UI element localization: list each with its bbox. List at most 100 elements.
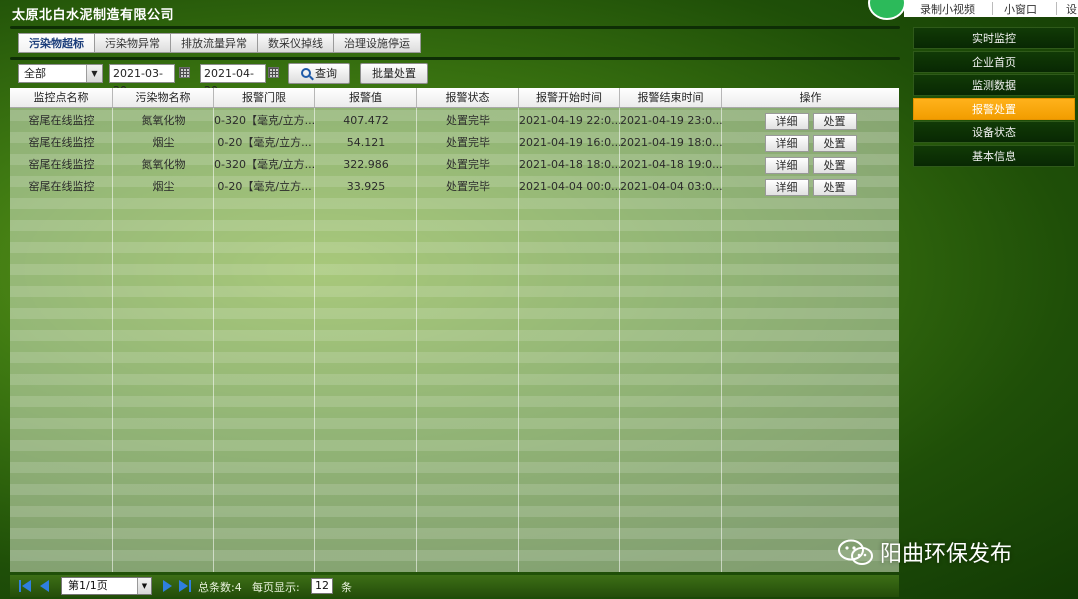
calendar-icon[interactable] (268, 67, 279, 78)
pagination-bar: 第1/1页 ▼ 总条数:4 每页显示: 12 条 (10, 575, 899, 597)
window-controls-bar: 录制小视频 小窗口 设 (868, 0, 1078, 20)
cell-threshold: 0-320【毫克/立方... (214, 158, 315, 171)
tab-facility-stopped[interactable]: 治理设施停运 (334, 33, 421, 53)
tab-pollutant-exceed[interactable]: 污染物超标 (18, 33, 95, 53)
topbar-separator (992, 2, 993, 15)
cell-actions: 详细 处置 (722, 154, 899, 176)
nav-alarm-handling[interactable]: 报警处置 (913, 97, 1075, 120)
nav-basic-info[interactable]: 基本信息 (913, 144, 1075, 167)
table-header: 监控点名称 污染物名称 报警门限 报警值 报警状态 报警开始时间 报警结束时间 … (10, 88, 899, 108)
cell-end-time: 2021-04-19 18:0... (620, 136, 722, 149)
record-video-button[interactable]: 录制小视频 (920, 1, 975, 17)
column-header-threshold[interactable]: 报警门限 (214, 88, 315, 107)
cell-value: 33.925 (346, 180, 386, 193)
chevron-down-icon[interactable]: ▼ (86, 65, 102, 82)
cell-threshold: 0-20【毫克/立方... (217, 180, 312, 193)
side-nav: 实时监控 企业首页 监测数据 报警处置 设备状态 基本信息 (913, 27, 1075, 169)
cell-point: 窑尾在线监控 (28, 136, 95, 149)
cell-point: 窑尾在线监控 (28, 180, 95, 193)
app-title: 太原北白水泥制造有限公司 (12, 8, 175, 23)
right-panel: 录制小视频 小窗口 设 实时监控 企业首页 监测数据 报警处置 设备状态 基本信… (868, 0, 1078, 599)
nav-device-status[interactable]: 设备状态 (913, 121, 1075, 144)
cell-pollutant: 氮氧化物 (141, 158, 186, 171)
cell-end-time: 2021-04-18 19:0... (620, 158, 722, 171)
search-icon (301, 68, 311, 78)
table-row[interactable]: 窑尾在线监控 氮氧化物 0-320【毫克/立方... 407.472 处置完毕 … (10, 110, 899, 132)
cell-start-time: 2021-04-19 16:0... (519, 136, 620, 149)
handle-button[interactable]: 处置 (812, 135, 857, 152)
cell-threshold: 0-320【毫克/立方... (214, 114, 315, 127)
cell-status: 处置完毕 (446, 114, 490, 127)
handle-button[interactable]: 处置 (812, 113, 857, 130)
detail-button[interactable]: 详细 (764, 135, 809, 152)
cell-threshold: 0-20【毫克/立方... (217, 136, 312, 149)
per-page-label: 每页显示: (252, 581, 300, 594)
table-body: 窑尾在线监控 氮氧化物 0-320【毫克/立方... 407.472 处置完毕 … (10, 110, 899, 198)
tab-collector-offline[interactable]: 数采仪掉线 (258, 33, 334, 53)
nav-monitoring-data[interactable]: 监测数据 (913, 74, 1075, 97)
column-header-status[interactable]: 报警状态 (417, 88, 519, 107)
column-header-actions: 操作 (799, 91, 822, 104)
filter-select[interactable]: 全部 ▼ (18, 64, 103, 83)
cell-point: 窑尾在线监控 (28, 114, 95, 127)
app-badge-icon (868, 0, 906, 20)
cell-value: 322.986 (343, 158, 389, 171)
query-button[interactable]: 查询 (288, 63, 350, 84)
calendar-icon[interactable] (179, 67, 190, 78)
cell-status: 处置完毕 (446, 158, 490, 171)
alarm-type-tabs: 污染物超标 污染物异常 排放流量异常 数采仪掉线 治理设施停运 (18, 33, 421, 53)
cell-value: 54.121 (346, 136, 386, 149)
handle-button[interactable]: 处置 (812, 157, 857, 174)
cell-end-time: 2021-04-04 03:0... (620, 180, 722, 193)
detail-button[interactable]: 详细 (764, 113, 809, 130)
topbar-separator (1056, 2, 1057, 15)
watermark-text: 阳曲环保发布 (880, 542, 1013, 567)
column-header-value[interactable]: 报警值 (315, 88, 417, 107)
nav-enterprise-home[interactable]: 企业首页 (913, 50, 1075, 73)
start-date-input[interactable]: 2021-03-20 (109, 64, 175, 97)
cell-start-time: 2021-04-18 18:0... (519, 158, 620, 171)
prev-page-icon[interactable] (38, 579, 52, 593)
per-page-input[interactable]: 12 (311, 578, 333, 594)
cell-point: 窑尾在线监控 (28, 158, 95, 171)
batch-handle-button[interactable]: 批量处置 (360, 63, 428, 84)
table-row[interactable]: 窑尾在线监控 烟尘 0-20【毫克/立方... 33.925 处置完毕 2021… (10, 176, 899, 198)
end-date-input[interactable]: 2021-04-20 (200, 64, 266, 97)
nav-realtime-monitor[interactable]: 实时监控 (913, 27, 1075, 49)
next-page-icon[interactable] (160, 579, 174, 593)
detail-button[interactable]: 详细 (764, 179, 809, 196)
header-divider (10, 26, 900, 29)
chevron-down-icon[interactable]: ▼ (137, 578, 151, 594)
tab-flow-abnormal[interactable]: 排放流量异常 (171, 33, 258, 53)
cell-pollutant: 氮氧化物 (141, 114, 186, 127)
table-row[interactable]: 窑尾在线监控 烟尘 0-20【毫克/立方... 54.121 处置完毕 2021… (10, 132, 899, 154)
page-select[interactable]: 第1/1页 ▼ (61, 577, 152, 595)
handle-button[interactable]: 处置 (812, 179, 857, 196)
column-header-point[interactable]: 监控点名称 (10, 88, 113, 107)
cell-actions: 详细 处置 (722, 176, 899, 198)
column-header-start-time[interactable]: 报警开始时间 (519, 88, 620, 107)
total-count: 总条数:4 (198, 581, 242, 594)
cell-start-time: 2021-04-19 22:0... (519, 114, 620, 127)
cell-pollutant: 烟尘 (152, 180, 175, 193)
cell-pollutant: 烟尘 (152, 136, 175, 149)
watermark: 阳曲环保发布 (838, 536, 1012, 568)
cell-status: 处置完毕 (446, 136, 490, 149)
tab-pollutant-abnormal[interactable]: 污染物异常 (95, 33, 171, 53)
mini-window-button[interactable]: 小窗口 (1004, 1, 1037, 17)
first-page-icon[interactable] (18, 579, 32, 593)
last-page-icon[interactable] (178, 579, 192, 593)
cell-end-time: 2021-04-19 23:0... (620, 114, 722, 127)
table-row[interactable]: 窑尾在线监控 氮氧化物 0-320【毫克/立方... 322.986 处置完毕 … (10, 154, 899, 176)
per-page-unit: 条 (341, 581, 352, 594)
column-header-pollutant[interactable]: 污染物名称 (113, 88, 214, 107)
alarm-table: 监控点名称 污染物名称 报警门限 报警值 报警状态 报警开始时间 报警结束时间 … (10, 88, 899, 572)
detail-button[interactable]: 详细 (764, 157, 809, 174)
page-select-value: 第1/1页 (68, 579, 108, 592)
settings-button[interactable]: 设 (1066, 1, 1077, 17)
cell-status: 处置完毕 (446, 180, 490, 193)
cell-start-time: 2021-04-04 00:0... (519, 180, 620, 193)
tabs-divider (10, 57, 900, 60)
cell-actions: 详细 处置 (722, 132, 899, 154)
column-header-end-time[interactable]: 报警结束时间 (620, 88, 722, 107)
